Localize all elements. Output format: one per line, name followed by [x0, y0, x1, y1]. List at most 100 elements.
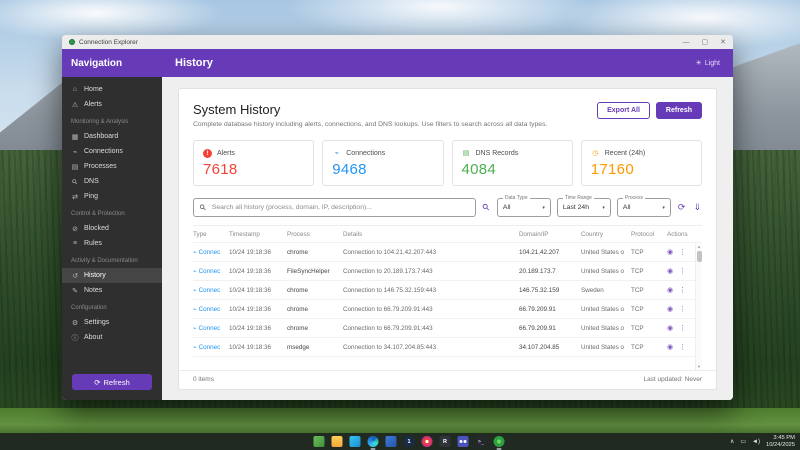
history-icon: ↺ [71, 272, 79, 280]
row-menu-icon[interactable]: ⋮ [679, 248, 686, 256]
process-select[interactable]: Process All ▾ [617, 198, 671, 217]
view-details-icon[interactable]: ◉ [667, 324, 673, 332]
sidebar-item-processes[interactable]: ▤ Processes [62, 159, 162, 174]
sidebar-item-notes[interactable]: ✎ Notes [62, 283, 162, 298]
type-badge: ⌁Connec [193, 344, 229, 351]
type-badge: ⌁Connec [193, 306, 229, 313]
advanced-search-icon[interactable]: ⚲ [480, 201, 492, 213]
search-input[interactable] [210, 203, 469, 212]
sidebar-item-label: Home [84, 86, 103, 93]
taskbar-people-app-icon[interactable] [458, 436, 469, 447]
view-details-icon[interactable]: ◉ [667, 248, 673, 256]
export-all-button[interactable]: Export All [597, 102, 650, 119]
taskbar-green-package-app-icon[interactable] [314, 436, 325, 447]
row-menu-icon[interactable]: ⋮ [679, 267, 686, 275]
row-menu-icon[interactable]: ⋮ [679, 286, 686, 294]
sidebar-item-history[interactable]: ↺ History [62, 268, 162, 283]
filter-row: ⚲ ⚲ Data Type All ▾ Time Range [179, 194, 716, 225]
taskbar-file-explorer-icon[interactable] [332, 436, 343, 447]
sun-icon: ☀ [696, 59, 702, 67]
table-scrollbar[interactable]: ▲ ▼ [695, 244, 702, 370]
data-type-select[interactable]: Data Type All ▾ [497, 198, 551, 217]
table-row[interactable]: ⌁Connec 10/24 19:18:36 chrome Connection… [193, 243, 702, 262]
view-details-icon[interactable]: ◉ [667, 286, 673, 294]
start-button[interactable] [296, 436, 307, 447]
sidebar-item-settings[interactable]: ⚙ Settings [62, 315, 162, 330]
plug-icon: ⌁ [193, 344, 197, 351]
tray-volume-icon[interactable]: ◄) [752, 439, 760, 445]
page-header: History ☀ Light [162, 49, 733, 77]
row-menu-icon[interactable]: ⋮ [679, 343, 686, 351]
theme-toggle[interactable]: ☀ Light [696, 59, 720, 67]
scrollbar-thumb[interactable] [697, 251, 702, 262]
desktop: Connection Explorer — ▢ ✕ Navigation ⌂ H… [0, 0, 800, 450]
row-menu-icon[interactable]: ⋮ [679, 305, 686, 313]
time-range-select[interactable]: Time Range Last 24h ▾ [557, 198, 611, 217]
taskbar-green-dot-app-icon[interactable] [494, 436, 505, 447]
taskbar-teal-app-icon[interactable] [350, 436, 361, 447]
item-count: 0 items [193, 376, 214, 383]
tray-chevron-up-icon[interactable]: ∧ [730, 439, 734, 445]
export-table-icon[interactable]: ⇓ [692, 203, 702, 212]
table-row[interactable]: ⌁Connec 10/24 19:18:36 chrome Connection… [193, 319, 702, 338]
view-details-icon[interactable]: ◉ [667, 305, 673, 313]
sidebar-header: Navigation [62, 49, 162, 77]
search-icon: ⚲ [198, 202, 209, 213]
taskbar-dark-r-app-icon[interactable]: R [440, 436, 451, 447]
taskbar-edge-browser-icon[interactable] [368, 436, 379, 447]
scroll-down-icon[interactable]: ▼ [697, 364, 701, 370]
view-details-icon[interactable]: ◉ [667, 343, 673, 351]
type-badge: ⌁Connec [193, 325, 229, 332]
table-row[interactable]: ⌁Connec 10/24 19:18:36 msedge Connection… [193, 338, 702, 357]
taskbar-dark-1-app-icon[interactable]: 1 [404, 436, 415, 447]
maximize-button[interactable]: ▢ [702, 39, 709, 46]
chevron-down-icon: ▾ [602, 205, 605, 211]
taskbar-blue-cube-app-icon[interactable] [386, 436, 397, 447]
stat-label: Alerts [217, 150, 235, 157]
history-table: TypeTimestamp ProcessDetails Domain/IPCo… [193, 225, 702, 370]
row-menu-icon[interactable]: ⋮ [679, 324, 686, 332]
clock-date: 10/24/2025 [766, 442, 795, 449]
sidebar-item-dashboard[interactable]: ▦ Dashboard [62, 129, 162, 144]
clock-icon: ◷ [591, 149, 600, 158]
sidebar-item-label: Blocked [84, 225, 109, 232]
search-box: ⚲ [193, 198, 476, 217]
close-button[interactable]: ✕ [720, 39, 726, 46]
stats-row: ! Alerts 7618 ⌁ Connections 9468 [179, 134, 716, 194]
sidebar-item-blocked[interactable]: ⊘ Blocked [62, 221, 162, 236]
sidebar-item-dns[interactable]: ⚲ DNS [62, 174, 162, 189]
refresh-icon: ⟳ [94, 378, 100, 387]
home-icon: ⌂ [71, 86, 79, 93]
sidebar-section-configuration: Configuration [62, 305, 162, 315]
tray-monitor-icon[interactable]: ▭ [740, 439, 746, 445]
refresh-filters-icon[interactable]: ⟳ [677, 203, 687, 212]
refresh-button[interactable]: Refresh [656, 102, 702, 119]
sidebar-refresh-button[interactable]: ⟳ Refresh [72, 374, 152, 390]
sidebar-item-home[interactable]: ⌂ Home [62, 82, 162, 97]
connections-icon: ⌁ [71, 148, 79, 156]
dashboard-icon: ▦ [71, 133, 79, 141]
sidebar-item-connections[interactable]: ⌁ Connections [62, 144, 162, 159]
sidebar-item-about[interactable]: ⓘ About [62, 330, 162, 345]
table-row[interactable]: ⌁Connec 10/24 19:18:36 chrome Connection… [193, 281, 702, 300]
table-row[interactable]: ⌁Connec 10/24 19:18:36 FileSyncHelper Co… [193, 262, 702, 281]
history-card: System History Complete database history… [178, 88, 717, 390]
scroll-up-icon[interactable]: ▲ [697, 244, 701, 250]
taskbar-red-donut-app-icon[interactable] [422, 436, 433, 447]
sidebar-item-label: Alerts [84, 101, 102, 108]
sidebar-item-alerts[interactable]: ⚠ Alerts [62, 97, 162, 112]
taskbar-terminal-app-icon[interactable]: >_ [476, 436, 487, 447]
sidebar-item-label: About [84, 334, 102, 341]
sidebar-item-label: Notes [84, 287, 102, 294]
clock-time: 3:45 PM [766, 435, 795, 442]
view-details-icon[interactable]: ◉ [667, 267, 673, 275]
minimize-button[interactable]: — [683, 39, 690, 46]
taskbar-clock[interactable]: 3:45 PM 10/24/2025 [766, 435, 795, 449]
sidebar-item-ping[interactable]: ⇄ Ping [62, 189, 162, 204]
table-row[interactable]: ⌁Connec 10/24 19:18:36 chrome Connection… [193, 300, 702, 319]
app-window: Connection Explorer — ▢ ✕ Navigation ⌂ H… [62, 35, 733, 400]
plug-icon: ⌁ [332, 149, 341, 158]
sidebar-item-label: History [84, 272, 106, 279]
sidebar-item-rules[interactable]: ≡ Rules [62, 236, 162, 251]
table-header-row: TypeTimestamp ProcessDetails Domain/IPCo… [193, 226, 702, 243]
